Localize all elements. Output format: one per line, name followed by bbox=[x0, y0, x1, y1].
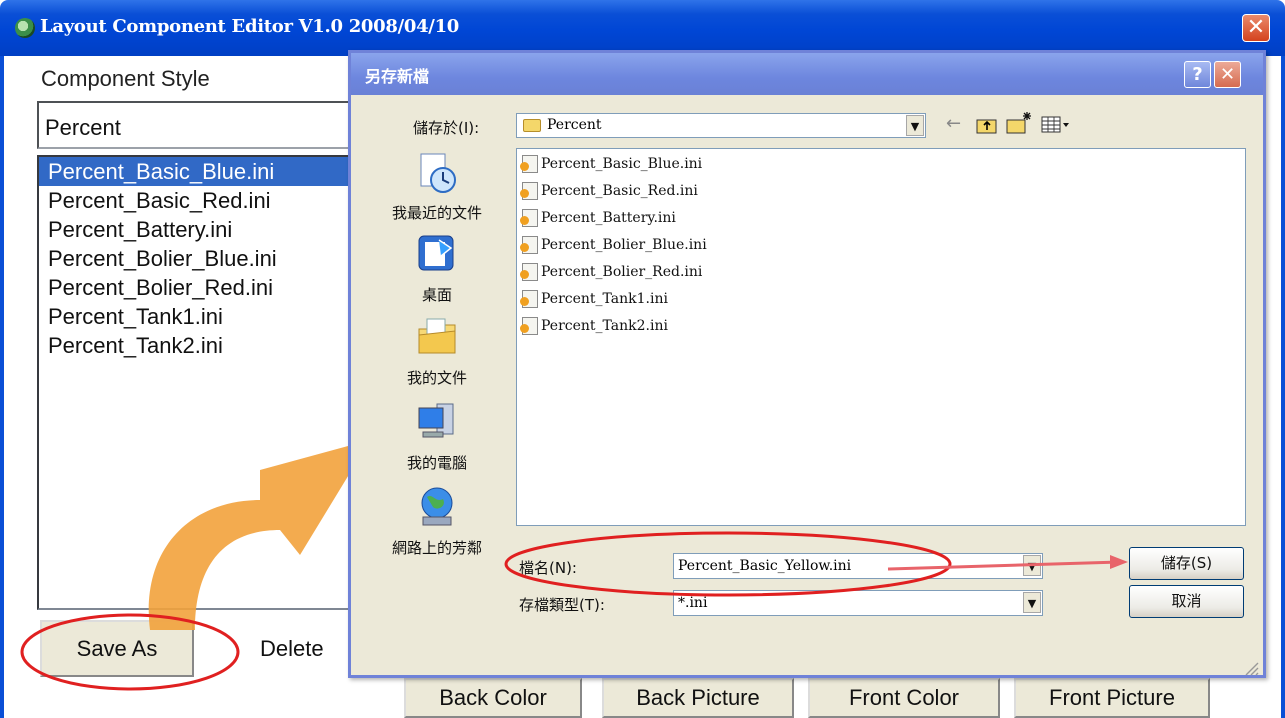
save-in-combo[interactable]: Percent ▼ bbox=[516, 113, 926, 138]
file-list[interactable]: Percent_Basic_Blue.ini Percent_Basic_Red… bbox=[516, 148, 1246, 526]
my-documents-icon bbox=[418, 318, 456, 354]
ini-file-icon bbox=[520, 209, 538, 227]
filename-label: 檔名(N): bbox=[519, 559, 577, 577]
folder-icon bbox=[523, 119, 541, 132]
file-name: Percent_Tank2.ini bbox=[541, 318, 668, 334]
file-name: Percent_Bolier_Red.ini bbox=[541, 264, 703, 280]
save-as-dialog: 另存新檔 ? ✕ 儲存於(I): Percent ▼ ← 我最近的文件 桌面 我… bbox=[348, 50, 1266, 678]
ini-file-icon bbox=[520, 290, 538, 308]
ini-file-icon bbox=[520, 263, 538, 281]
file-name: Percent_Basic_Red.ini bbox=[541, 183, 698, 199]
file-list-item[interactable]: Percent_Bolier_Red.ini bbox=[520, 263, 703, 287]
app-icon bbox=[15, 18, 35, 38]
style-list-item[interactable]: Percent_Bolier_Blue.ini bbox=[39, 244, 355, 273]
component-style-label: Component Style bbox=[41, 66, 210, 91]
file-list-item[interactable]: Percent_Basic_Red.ini bbox=[520, 182, 698, 206]
dialog-titlebar[interactable]: 另存新檔 ? ✕ bbox=[351, 53, 1263, 95]
places-bar: 我最近的文件 桌面 我的文件 我的電腦 網路上的芳鄰 bbox=[367, 150, 507, 590]
file-name: Percent_Basic_Blue.ini bbox=[541, 156, 703, 172]
file-list-item[interactable]: Percent_Basic_Blue.ini bbox=[520, 155, 703, 179]
dialog-close-button[interactable]: ✕ bbox=[1214, 61, 1241, 88]
back-color-button[interactable]: Back Color bbox=[404, 678, 582, 718]
style-list-item[interactable]: Percent_Tank2.ini bbox=[39, 331, 355, 360]
place-label: 我最近的文件 bbox=[391, 204, 482, 222]
file-list-item[interactable]: Percent_Bolier_Blue.ini bbox=[520, 236, 707, 260]
front-color-button[interactable]: Front Color bbox=[808, 678, 1000, 718]
place-label: 我的文件 bbox=[406, 369, 467, 387]
filename-value: Percent_Basic_Yellow.ini bbox=[678, 558, 852, 574]
new-folder-icon[interactable] bbox=[1006, 111, 1032, 135]
recent-documents-icon bbox=[420, 153, 456, 193]
network-places-icon bbox=[421, 487, 453, 526]
ini-file-icon bbox=[520, 182, 538, 200]
file-name: Percent_Battery.ini bbox=[541, 210, 676, 226]
front-picture-button[interactable]: Front Picture bbox=[1014, 678, 1210, 718]
main-close-button[interactable]: ✕ bbox=[1242, 14, 1270, 42]
main-window-title: Layout Component Editor V1.0 2008/04/10 bbox=[40, 16, 460, 37]
filetype-value: *.ini bbox=[678, 595, 708, 611]
save-in-value: Percent bbox=[547, 117, 602, 133]
filename-input[interactable]: Percent_Basic_Yellow.ini ▼ bbox=[673, 553, 1043, 579]
curved-arrow-annotation bbox=[148, 440, 370, 630]
style-list-item[interactable]: Percent_Basic_Blue.ini bbox=[39, 157, 355, 186]
dialog-cancel-button[interactable]: 取消 bbox=[1129, 585, 1244, 618]
save-in-label: 儲存於(I): bbox=[413, 119, 480, 137]
dialog-help-button[interactable]: ? bbox=[1184, 61, 1211, 88]
component-style-input[interactable]: Percent bbox=[37, 101, 357, 149]
style-list-item[interactable]: Percent_Basic_Red.ini bbox=[39, 186, 355, 215]
back-arrow-icon[interactable]: ← bbox=[946, 113, 961, 134]
dialog-title: 另存新檔 bbox=[365, 67, 430, 86]
up-folder-icon[interactable] bbox=[976, 115, 998, 135]
file-list-item[interactable]: Percent_Tank2.ini bbox=[520, 317, 668, 341]
chevron-down-icon[interactable]: ▼ bbox=[1023, 555, 1041, 576]
main-titlebar[interactable]: Layout Component Editor V1.0 2008/04/10 … bbox=[0, 0, 1285, 56]
place-label: 網路上的芳鄰 bbox=[391, 539, 482, 557]
dialog-save-button[interactable]: 儲存(S) bbox=[1129, 547, 1244, 580]
back-picture-button[interactable]: Back Picture bbox=[602, 678, 794, 718]
ini-file-icon bbox=[520, 317, 538, 335]
chevron-down-icon[interactable]: ▼ bbox=[1023, 592, 1041, 613]
place-label: 我的電腦 bbox=[406, 454, 467, 472]
chevron-down-icon[interactable]: ▼ bbox=[906, 115, 924, 136]
file-name: Percent_Bolier_Blue.ini bbox=[541, 237, 707, 253]
file-list-item[interactable]: Percent_Battery.ini bbox=[520, 209, 676, 233]
file-name: Percent_Tank1.ini bbox=[541, 291, 668, 307]
ini-file-icon bbox=[520, 155, 538, 173]
style-list-item[interactable]: Percent_Battery.ini bbox=[39, 215, 355, 244]
my-computer-icon bbox=[418, 403, 454, 438]
style-list-item[interactable]: Percent_Tank1.ini bbox=[39, 302, 355, 331]
filetype-combo[interactable]: *.ini ▼ bbox=[673, 590, 1043, 616]
style-list-item[interactable]: Percent_Bolier_Red.ini bbox=[39, 273, 355, 302]
view-menu-icon[interactable] bbox=[1041, 115, 1071, 135]
filetype-label: 存檔類型(T): bbox=[519, 596, 605, 614]
ini-file-icon bbox=[520, 236, 538, 254]
file-list-item[interactable]: Percent_Tank1.ini bbox=[520, 290, 668, 314]
place-label: 桌面 bbox=[421, 286, 452, 304]
desktop-icon bbox=[418, 235, 454, 271]
resize-grip-icon[interactable] bbox=[1241, 658, 1259, 676]
